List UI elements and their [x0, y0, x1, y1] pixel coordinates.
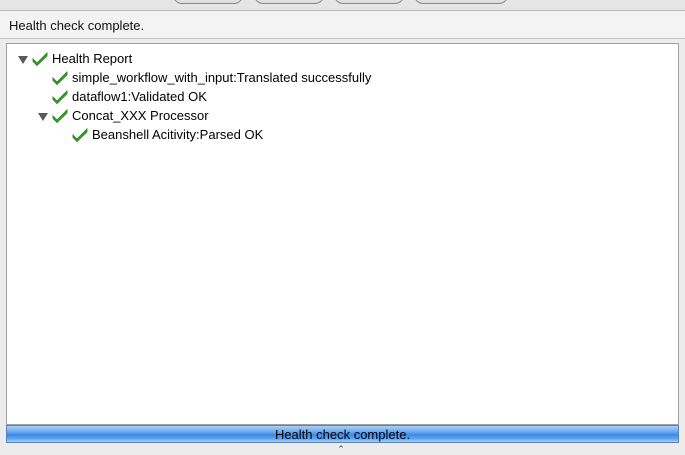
progress-bar: Health check complete. — [6, 425, 679, 443]
tree-node-dataflow1[interactable]: dataflow1:Validated OK — [52, 87, 207, 106]
disclosure-triangle-icon[interactable] — [17, 53, 29, 65]
toolbar-button-1[interactable] — [173, 0, 243, 4]
green-check-icon — [52, 89, 68, 104]
tree-node-concat-processor[interactable]: Concat_XXX Processor — [37, 106, 209, 125]
toolbar-button-3[interactable] — [334, 0, 404, 4]
health-check-window: Health check complete. Health Report sim… — [0, 0, 685, 455]
tree-node-label: simple_workflow_with_input:Translated su… — [72, 70, 372, 85]
tree-node-simple-workflow[interactable]: simple_workflow_with_input:Translated su… — [52, 68, 371, 87]
progress-text: Health check complete. — [274, 427, 411, 442]
status-bar-top: Health check complete. — [0, 11, 685, 39]
toolbar-button-2[interactable] — [254, 0, 324, 4]
tree-node-label: Health Report — [52, 51, 133, 66]
resize-grip-icon[interactable]: ⌃ — [336, 445, 346, 454]
disclosure-triangle-icon[interactable] — [37, 110, 49, 122]
tree-node-label: Beanshell Acitivity:Parsed OK — [92, 127, 264, 142]
toolbar-strip — [0, 0, 685, 11]
bottom-strip: ⌃ — [0, 443, 685, 455]
tree-node-beanshell-activity[interactable]: Beanshell Acitivity:Parsed OK — [72, 125, 263, 144]
green-check-icon — [52, 108, 68, 123]
tree-node-health-report[interactable]: Health Report — [17, 49, 132, 68]
health-report-tree[interactable]: Health Report simple_workflow_with_input… — [6, 43, 679, 425]
toolbar-button-4[interactable] — [414, 0, 508, 4]
tree-node-label: dataflow1:Validated OK — [72, 89, 207, 104]
green-check-icon — [72, 127, 88, 142]
green-check-icon — [32, 51, 48, 66]
status-text: Health check complete. — [9, 18, 145, 33]
green-check-icon — [52, 70, 68, 85]
tree-node-label: Concat_XXX Processor — [72, 108, 209, 123]
